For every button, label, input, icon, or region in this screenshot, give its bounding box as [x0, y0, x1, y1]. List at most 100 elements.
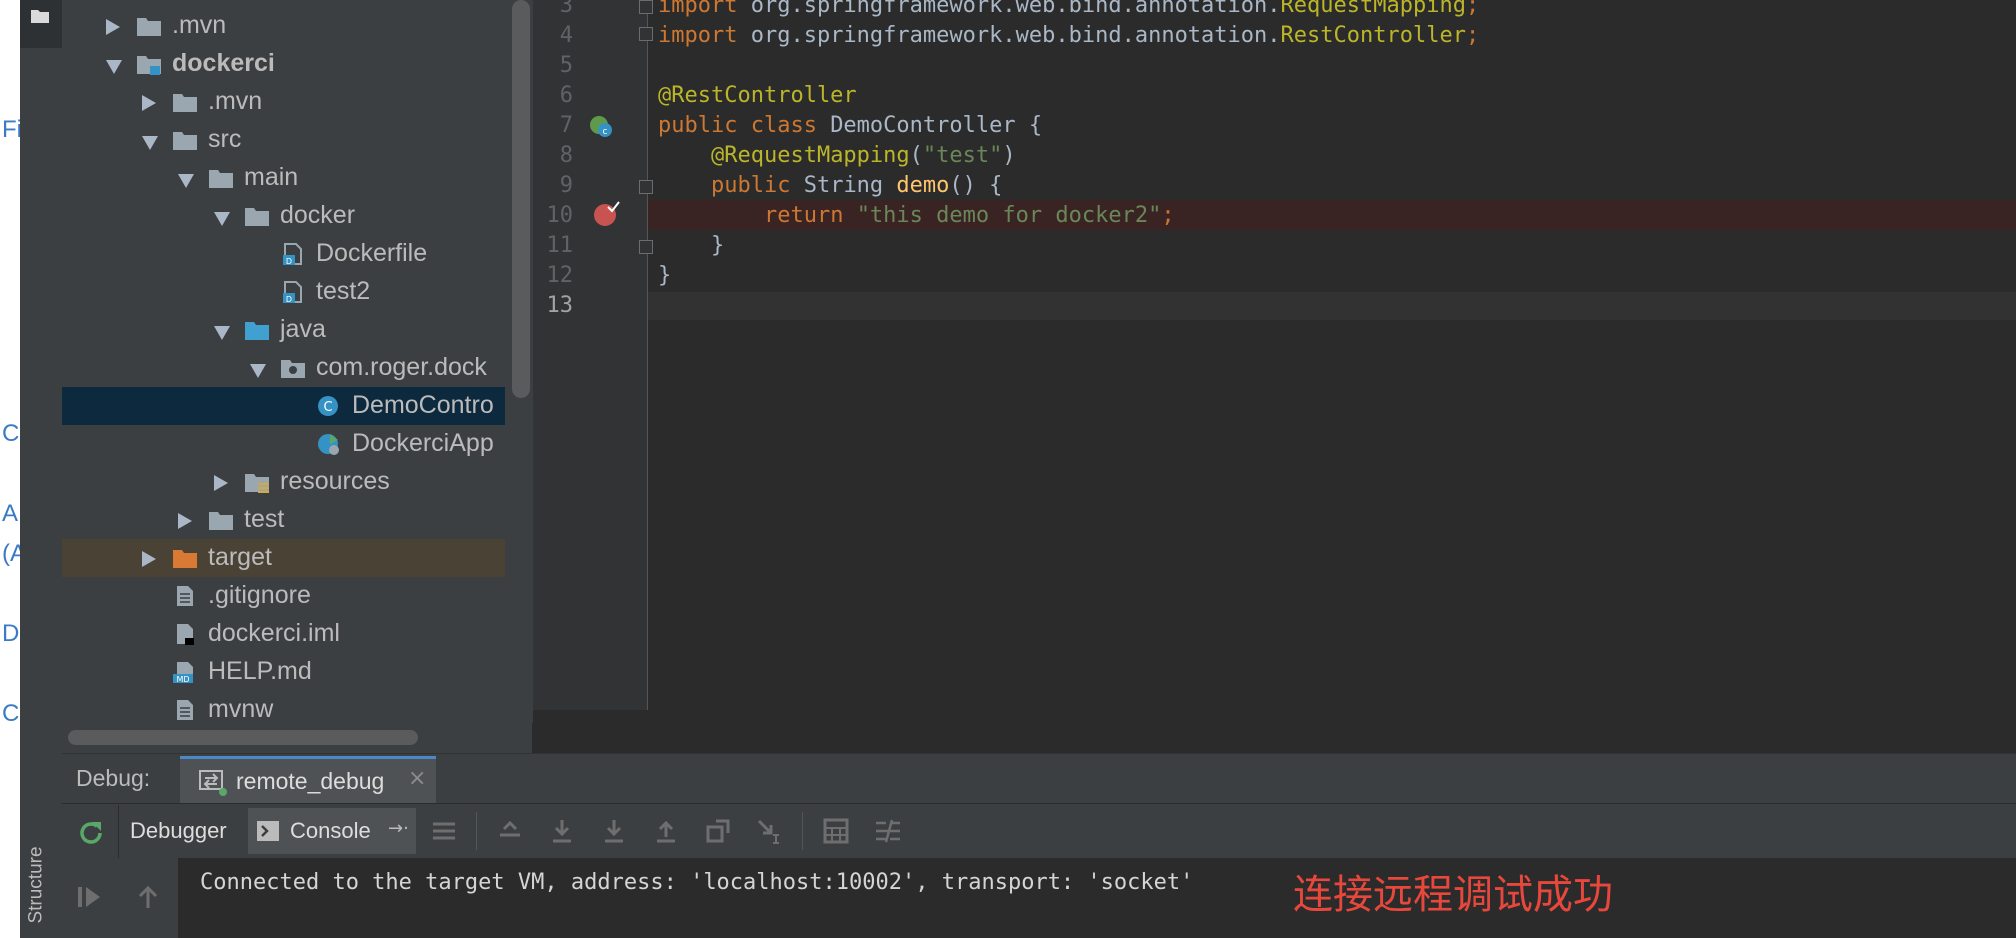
- tree-horizontal-scrollbar[interactable]: [68, 730, 418, 745]
- package-icon: [280, 357, 306, 379]
- rerun-icon[interactable]: [76, 818, 106, 848]
- caret-line-highlight: [648, 292, 2016, 320]
- spring-bean-icon[interactable]: c: [588, 113, 614, 139]
- step-out-icon[interactable]: [650, 815, 682, 847]
- fold-marker[interactable]: [639, 180, 653, 194]
- iml-file-icon: [172, 623, 198, 645]
- chevron-down-icon[interactable]: [178, 174, 194, 188]
- line-number: 13: [546, 293, 574, 318]
- drop-frame-icon[interactable]: [702, 815, 734, 847]
- tree-item-label: docker: [280, 201, 356, 229]
- tree-item-label: dockerci: [172, 49, 275, 77]
- tree-item-target[interactable]: target: [62, 539, 505, 577]
- resume-icon[interactable]: [76, 884, 102, 910]
- tree-item-label: HELP.md: [208, 657, 312, 685]
- step-into-icon[interactable]: [598, 815, 630, 847]
- dockerfile-icon: D: [280, 281, 306, 304]
- trace-icon[interactable]: [872, 815, 904, 847]
- tree-item-dockerciapp[interactable]: DockerciApp: [62, 425, 505, 463]
- tree-item-mvn[interactable]: .mvn: [62, 7, 505, 45]
- console-icon: [257, 821, 279, 841]
- editor-bottom-area: [533, 710, 2016, 753]
- tree-item-test2[interactable]: Dtest2: [62, 273, 505, 311]
- tree-item-main[interactable]: main: [62, 159, 505, 197]
- line-number: 10: [546, 203, 574, 228]
- tree-item-label: DemoContro: [352, 391, 494, 419]
- dockerfile-icon: D: [280, 243, 306, 266]
- tab-console[interactable]: Console →·: [248, 808, 416, 854]
- tree-item-label: mvnw: [208, 695, 274, 723]
- markdown-file-icon: MD: [172, 661, 198, 684]
- line-number: 9: [559, 173, 573, 198]
- tree-item-src[interactable]: src: [62, 121, 505, 159]
- tab-debugger[interactable]: Debugger: [130, 818, 227, 844]
- tree-item-dockerci-iml[interactable]: dockerci.iml: [62, 615, 505, 653]
- annotation-text: 连接远程调试成功: [1293, 872, 1613, 918]
- tree-item-mvnw[interactable]: mvnw: [62, 691, 505, 723]
- tree-item-dockerci[interactable]: dockerci: [62, 45, 505, 83]
- chevron-down-icon[interactable]: [250, 364, 266, 378]
- run-to-cursor-icon[interactable]: [754, 815, 786, 847]
- chevron-right-icon[interactable]: [142, 551, 156, 567]
- fold-marker[interactable]: [639, 0, 653, 14]
- folder-icon: [208, 509, 234, 531]
- console-output[interactable]: Connected to the target VM, address: 'lo…: [179, 858, 2016, 938]
- chevron-down-icon[interactable]: [214, 212, 230, 226]
- text-file-icon: [172, 699, 198, 721]
- tree-vertical-scrollbar[interactable]: [512, 0, 530, 398]
- gutter-divider: [647, 0, 648, 710]
- session-tab-label: remote_debug: [236, 768, 385, 794]
- svg-text:c: c: [603, 127, 608, 137]
- code-line: import org.springframework.web.bind.anno…: [658, 23, 1480, 48]
- tree-rows: .mvn dockerci .mvn src main docker D Dockerfile…: [0, 0, 505, 723]
- spring-boot-class-icon: [316, 433, 342, 455]
- code-line: @RequestMapping("test"): [710, 143, 1016, 168]
- close-icon[interactable]: ×: [408, 766, 426, 791]
- tree-item-docker[interactable]: docker: [62, 197, 505, 235]
- fold-marker[interactable]: [639, 27, 653, 41]
- tree-item-help-md[interactable]: MD HELP.md: [62, 653, 505, 691]
- text-file-icon: [172, 585, 198, 607]
- tree-item-mvn[interactable]: .mvn: [62, 83, 505, 121]
- tree-item-label: .mvn: [208, 87, 263, 115]
- tree-item-label: dockerci.iml: [208, 619, 340, 647]
- menu-icon[interactable]: [428, 815, 460, 847]
- chevron-down-icon[interactable]: [214, 326, 230, 340]
- tree-item-dockerfile[interactable]: D Dockerfile: [62, 235, 505, 273]
- tree-item-label: Dockerfile: [316, 239, 428, 267]
- up-arrow-icon[interactable]: [136, 884, 160, 910]
- code-line: }: [658, 263, 672, 288]
- remote-debug-icon: [199, 770, 227, 796]
- module-folder-icon: [136, 53, 162, 75]
- line-number: 7: [559, 113, 573, 138]
- chevron-right-icon[interactable]: [178, 513, 192, 529]
- evaluate-expression-icon[interactable]: [820, 815, 852, 847]
- tree-item-gitignore[interactable]: .gitignore: [62, 577, 505, 615]
- tree-item-democontro[interactable]: C DemoContro: [62, 387, 505, 425]
- tree-item-resources[interactable]: resources: [62, 463, 505, 501]
- chevron-down-icon[interactable]: [142, 136, 158, 150]
- fold-marker[interactable]: [639, 240, 653, 254]
- chevron-right-icon[interactable]: [214, 475, 228, 491]
- chevron-right-icon[interactable]: [106, 19, 120, 35]
- line-number: 8: [559, 143, 573, 168]
- line-number: 5: [559, 53, 573, 78]
- structure-tool-button[interactable]: Structure: [20, 838, 62, 938]
- pin-tab-icon[interactable]: →·: [388, 818, 409, 839]
- chevron-down-icon[interactable]: [106, 60, 122, 74]
- code-line: public class DemoController {: [658, 113, 1043, 138]
- breakpoint-icon[interactable]: [592, 200, 622, 228]
- step-over-icon[interactable]: [546, 815, 578, 847]
- tree-item-label: java: [280, 315, 326, 343]
- debug-session-tab[interactable]: remote_debug ×: [180, 756, 436, 806]
- tree-item-com-roger-dock[interactable]: com.roger.dock: [62, 349, 505, 387]
- tree-item-java[interactable]: java: [62, 311, 505, 349]
- code-line: }: [658, 233, 725, 258]
- line-number: 3: [559, 0, 573, 18]
- console-side-actions: [118, 858, 179, 938]
- chevron-right-icon[interactable]: [142, 95, 156, 111]
- debug-label: Debug:: [76, 765, 151, 791]
- show-execution-point-icon[interactable]: [494, 815, 526, 847]
- line-number: 6: [559, 83, 573, 108]
- tree-item-test[interactable]: test: [62, 501, 505, 539]
